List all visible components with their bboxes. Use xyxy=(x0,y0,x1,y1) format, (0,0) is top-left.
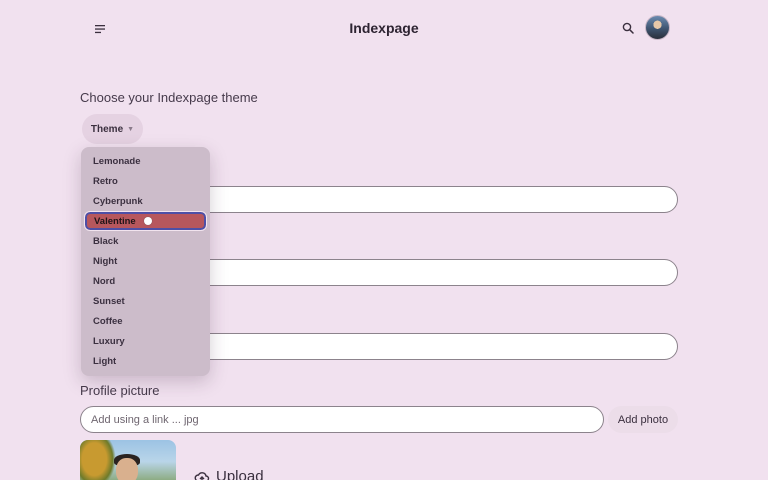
user-avatar[interactable] xyxy=(645,15,670,40)
add-photo-button[interactable]: Add photo xyxy=(608,406,678,433)
profile-photo-preview xyxy=(80,440,176,480)
theme-section-title: Choose your Indexpage theme xyxy=(80,90,258,105)
theme-dropdown-menu: Lemonade Retro Cyberpunk Valentine Black… xyxy=(81,147,210,376)
theme-option-retro[interactable]: Retro xyxy=(84,171,207,191)
top-bar: Indexpage xyxy=(0,0,768,58)
theme-option-coffee[interactable]: Coffee xyxy=(84,311,207,331)
photo-link-input[interactable] xyxy=(80,406,604,433)
theme-option-night[interactable]: Night xyxy=(84,251,207,271)
chevron-down-icon: ▼ xyxy=(127,125,135,133)
upload-cloud-icon xyxy=(194,471,210,480)
theme-button-label: Theme xyxy=(90,123,124,135)
theme-option-black[interactable]: Black xyxy=(84,231,207,251)
theme-option-cyberpunk[interactable]: Cyberpunk xyxy=(84,191,207,211)
search-button[interactable] xyxy=(616,16,640,40)
theme-option-light[interactable]: Light xyxy=(84,351,207,371)
text-field-2[interactable] xyxy=(196,259,678,286)
text-field-1[interactable] xyxy=(196,186,678,213)
theme-dropdown-button[interactable]: Theme ▼ xyxy=(82,114,143,144)
text-field-3[interactable] xyxy=(196,333,678,360)
theme-option-valentine[interactable]: Valentine xyxy=(84,211,207,231)
theme-option-nord[interactable]: Nord xyxy=(84,271,207,291)
upload-button[interactable]: Upload xyxy=(194,468,264,480)
upload-label: Upload xyxy=(216,468,264,480)
theme-option-luxury[interactable]: Luxury xyxy=(84,331,207,351)
search-icon xyxy=(622,22,634,34)
profile-picture-label: Profile picture xyxy=(80,383,160,398)
mouse-cursor-icon xyxy=(143,217,152,225)
theme-option-lemonade[interactable]: Lemonade xyxy=(84,151,207,171)
theme-option-label: Valentine xyxy=(94,215,136,227)
theme-option-sunset[interactable]: Sunset xyxy=(84,291,207,311)
